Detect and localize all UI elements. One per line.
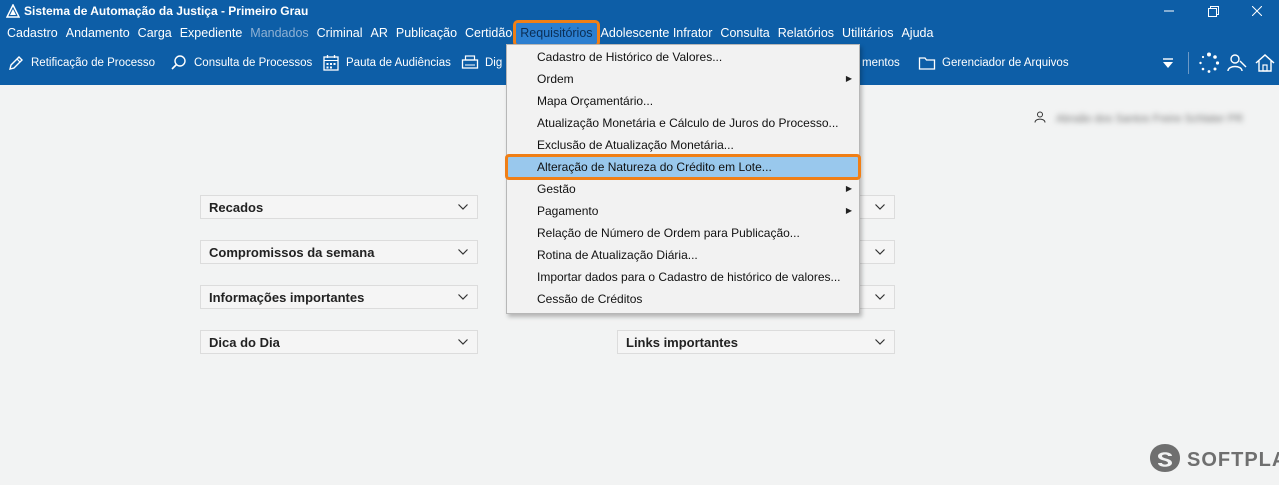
- user-name: Abraão dos Santos Freire Schlater PR: [1056, 113, 1244, 125]
- digitalizacao-label: Dig: [485, 57, 503, 69]
- panel-informacoes[interactable]: Informações importantes: [200, 285, 478, 309]
- menu-cadastro[interactable]: Cadastro: [3, 23, 62, 44]
- requisitorios-dropdown: Cadastro de Histórico de Valores... Orde…: [505, 44, 861, 314]
- documentos-label: mentos: [862, 57, 900, 69]
- digitalizacao-button[interactable]: Dig: [460, 45, 502, 81]
- menu-item-alteracao-natureza[interactable]: Alteração de Natureza do Crédito em Lote…: [505, 154, 861, 180]
- menu-item-cessao-creditos[interactable]: Cessão de Créditos: [507, 288, 859, 310]
- chevron-down-icon[interactable]: [874, 291, 886, 303]
- chevron-down-icon[interactable]: [874, 201, 886, 213]
- chevron-down-icon[interactable]: [874, 336, 886, 348]
- consulta-label: Consulta de Processos: [194, 57, 313, 69]
- retificacao-label: Retificação de Processo: [31, 57, 156, 69]
- menu-relatorios[interactable]: Relatórios: [774, 23, 838, 44]
- restore-icon[interactable]: [1191, 0, 1235, 22]
- panel-links[interactable]: Links importantes: [617, 330, 895, 354]
- pauta-label: Pauta de Audiências: [346, 57, 451, 69]
- toolbar-divider: [1188, 52, 1189, 74]
- user-icon: [1034, 110, 1046, 128]
- close-icon[interactable]: [1235, 0, 1279, 22]
- toolbar-dropdown-icon[interactable]: [1154, 49, 1182, 77]
- panel-links-title: Links importantes: [626, 334, 738, 350]
- chevron-down-icon[interactable]: [457, 336, 469, 348]
- menu-ajuda[interactable]: Ajuda: [897, 23, 937, 44]
- menu-item-importar-dados[interactable]: Importar dados para o Cadastro de histór…: [507, 266, 859, 288]
- menu-utilitarios[interactable]: Utilitários: [838, 23, 897, 44]
- menu-item-pagamento[interactable]: Pagamento ▶: [507, 200, 859, 222]
- panel-dica-title: Dica do Dia: [209, 334, 280, 350]
- panel-compromissos[interactable]: Compromissos da semana: [200, 240, 478, 264]
- menu-criminal[interactable]: Criminal: [313, 23, 367, 44]
- home-icon[interactable]: [1251, 49, 1279, 77]
- menu-andamento[interactable]: Andamento: [62, 23, 134, 44]
- menu-item-gestao[interactable]: Gestão ▶: [507, 178, 859, 200]
- users-icon[interactable]: [1223, 49, 1251, 77]
- calendar-icon: [321, 53, 341, 73]
- loading-icon: [1195, 49, 1223, 77]
- menu-requisitorios[interactable]: Requisitórios: [513, 20, 600, 47]
- panel-recados-title: Recados: [209, 199, 264, 215]
- gerenciador-button[interactable]: Gerenciador de Arquivos: [917, 45, 1069, 81]
- menu-item-cadastro-historico[interactable]: Cadastro de Histórico de Valores...: [507, 46, 859, 68]
- title-bar: Sistema de Automação da Justiça - Primei…: [0, 0, 1279, 22]
- submenu-arrow-icon: ▶: [845, 206, 852, 215]
- search-icon: [169, 53, 189, 73]
- menu-ar[interactable]: AR: [367, 23, 392, 44]
- menu-carga[interactable]: Carga: [134, 23, 176, 44]
- menu-item-ordem[interactable]: Ordem ▶: [507, 68, 859, 90]
- menu-mandados: Mandados: [250, 26, 309, 40]
- chevron-down-icon[interactable]: [457, 201, 469, 213]
- consulta-button[interactable]: Consulta de Processos: [169, 45, 312, 81]
- menu-expediente[interactable]: Expediente: [176, 23, 247, 44]
- menu-item-exclusao-atualizacao[interactable]: Exclusão de Atualização Monetária...: [507, 134, 859, 156]
- retificacao-button[interactable]: Retificação de Processo: [6, 45, 155, 81]
- menu-certidao[interactable]: Certidão: [461, 23, 516, 44]
- softplan-name: SOFTPLAN: [1187, 449, 1279, 471]
- panel-compromissos-title: Compromissos da semana: [209, 244, 375, 260]
- pauta-button[interactable]: Pauta de Audiências: [321, 45, 451, 81]
- softplan-logo-icon: [1148, 442, 1182, 479]
- edit-icon: [6, 53, 26, 73]
- app-logo-icon: [5, 3, 21, 19]
- submenu-arrow-icon: ▶: [845, 74, 852, 83]
- menu-item-rotina-atualizacao[interactable]: Rotina de Atualização Diária...: [507, 244, 859, 266]
- chevron-down-icon[interactable]: [457, 246, 469, 258]
- panel-dica[interactable]: Dica do Dia: [200, 330, 478, 354]
- scanner-icon: [460, 53, 480, 73]
- window-title: Sistema de Automação da Justiça - Primei…: [24, 4, 309, 18]
- chevron-down-icon[interactable]: [457, 291, 469, 303]
- submenu-arrow-icon: ▶: [845, 184, 852, 193]
- gerenciador-label: Gerenciador de Arquivos: [942, 57, 1069, 69]
- menu-bar: Cadastro Andamento Carga Expediente Mand…: [0, 20, 1279, 47]
- minimize-icon[interactable]: [1147, 0, 1191, 22]
- menu-publicacao[interactable]: Publicação: [392, 23, 461, 44]
- panel-recados[interactable]: Recados: [200, 195, 478, 219]
- panel-informacoes-title: Informações importantes: [209, 289, 365, 305]
- menu-consulta[interactable]: Consulta: [716, 23, 773, 44]
- chevron-down-icon[interactable]: [874, 246, 886, 258]
- softplan-logo: SOFTPLAN: [1148, 442, 1279, 479]
- menu-item-atualizacao-monetaria[interactable]: Atualização Monetária e Cálculo de Juros…: [507, 112, 859, 134]
- menu-adolescente-infrator[interactable]: Adolescente Infrator: [597, 23, 717, 44]
- menu-item-mapa-orcamentario[interactable]: Mapa Orçamentário...: [507, 90, 859, 112]
- menu-item-relacao-numero-ordem[interactable]: Relação de Número de Ordem para Publicaç…: [507, 222, 859, 244]
- user-info: Abraão dos Santos Freire Schlater PR: [1034, 110, 1243, 128]
- documentos-button[interactable]: mentos: [862, 45, 900, 81]
- folder-icon: [917, 53, 937, 73]
